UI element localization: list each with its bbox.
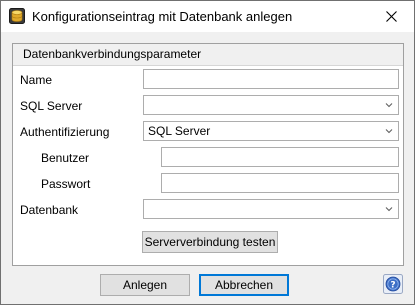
sql-server-label: SQL Server bbox=[20, 99, 83, 113]
password-label: Passwort bbox=[41, 177, 91, 191]
user-input[interactable] bbox=[161, 147, 399, 167]
name-label: Name bbox=[20, 73, 53, 87]
test-connection-button[interactable]: Serververbindung testen bbox=[142, 231, 278, 253]
help-icon: ? bbox=[383, 274, 403, 294]
close-button[interactable] bbox=[369, 1, 414, 32]
database-label: Datenbank bbox=[20, 203, 79, 217]
sql-server-combobox[interactable] bbox=[143, 95, 399, 115]
name-input[interactable] bbox=[143, 69, 399, 89]
title-bar[interactable]: Konfigurationseintrag mit Datenbank anle… bbox=[1, 1, 414, 32]
cancel-button[interactable]: Abbrechen bbox=[199, 274, 289, 296]
test-connection-label: Serververbindung testen bbox=[144, 235, 276, 249]
group-header: Datenbankverbindungsparameter bbox=[13, 44, 403, 66]
group-title: Datenbankverbindungsparameter bbox=[23, 47, 202, 61]
create-button-label: Anlegen bbox=[122, 278, 168, 292]
help-button[interactable]: ? bbox=[383, 274, 403, 294]
authentication-label: Authentifizierung bbox=[20, 125, 110, 139]
window-title: Konfigurationseintrag mit Datenbank anle… bbox=[32, 9, 293, 24]
cancel-button-label: Abbrechen bbox=[214, 278, 274, 292]
create-button[interactable]: Anlegen bbox=[100, 274, 190, 296]
dialog-window: Konfigurationseintrag mit Datenbank anle… bbox=[0, 0, 415, 305]
chevron-down-icon bbox=[385, 207, 393, 212]
database-app-icon bbox=[9, 8, 25, 24]
svg-text:?: ? bbox=[390, 281, 395, 291]
user-label: Benutzer bbox=[41, 151, 90, 165]
database-combobox[interactable] bbox=[143, 199, 399, 219]
authentication-combobox[interactable]: SQL Server bbox=[143, 121, 399, 141]
chevron-down-icon bbox=[385, 103, 393, 108]
connection-parameters-group: Datenbankverbindungsparameter Name SQL S… bbox=[12, 43, 404, 266]
password-input[interactable] bbox=[161, 173, 399, 193]
authentication-value: SQL Server bbox=[148, 124, 211, 138]
chevron-down-icon bbox=[385, 129, 393, 134]
close-icon bbox=[386, 11, 397, 22]
